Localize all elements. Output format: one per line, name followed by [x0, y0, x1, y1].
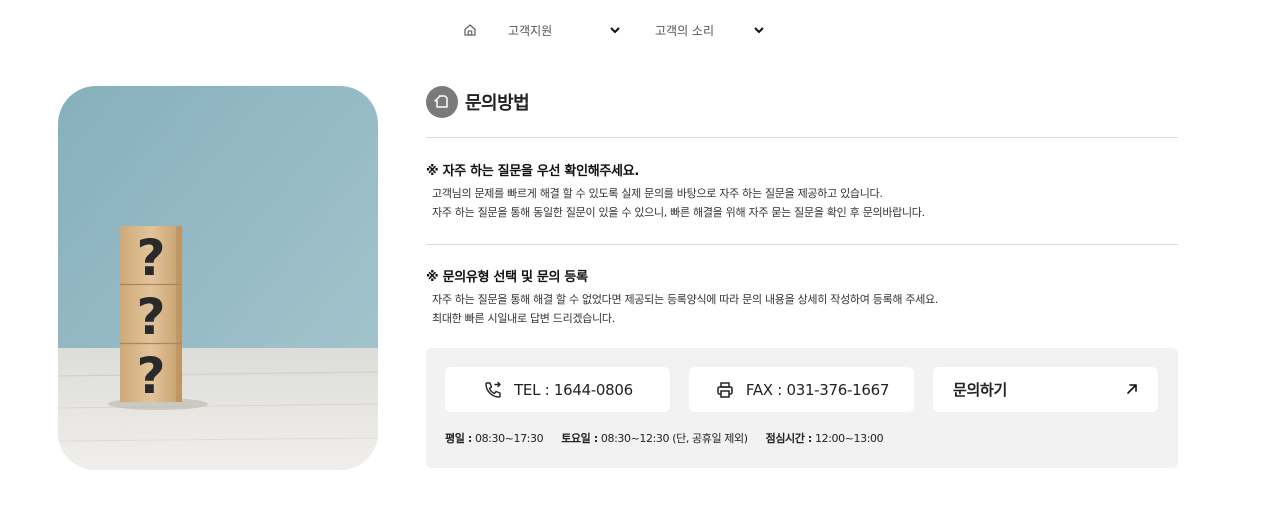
page-title: 문의방법 — [465, 93, 530, 114]
fax-label: FAX : 031-376-1667 — [745, 380, 890, 399]
section-line: 자주 하는 질문을 통해 해결 할 수 없었다면 제공되는 등록양식에 따라 문… — [432, 293, 939, 306]
arrow-up-right-icon — [1126, 380, 1138, 399]
question-blocks-image: ? ? ? — [58, 86, 378, 470]
svg-text:?: ? — [136, 229, 165, 287]
section-line: 고객님의 문제를 빠르게 해결 할 수 있도록 실제 문의를 바탕으로 자주 하… — [432, 187, 883, 200]
inquiry-label: 문의하기 — [953, 381, 1008, 399]
faq-first-section: ※ 자주 하는 질문을 우선 확인해주세요. 고객님의 문제를 빠르게 해결 할… — [426, 138, 1178, 244]
inquiry-register-section: ※ 문의유형 선택 및 문의 등록 자주 하는 질문을 통해 해결 할 수 없었… — [426, 245, 1178, 328]
hours-weekday: 평일 : 08:30~17:30 — [445, 432, 544, 445]
phone-forward-icon — [482, 379, 504, 401]
contact-box: TEL : 1644-0806 FAX : 031-376-1667 문의하기 … — [426, 348, 1178, 468]
hours-lunch: 점심시간 : 12:00~13:00 — [765, 432, 884, 445]
section-line: 자주 하는 질문을 통해 동일한 질문이 있을 수 있으니, 빠른 해결을 위해… — [432, 206, 925, 219]
inquiry-button[interactable]: 문의하기 — [933, 367, 1158, 412]
breadcrumb: 고객지원 고객의 소리 — [456, 18, 767, 42]
section-heading: ※ 문의유형 선택 및 문의 등록 — [426, 270, 588, 285]
tel-button[interactable]: TEL : 1644-0806 — [445, 367, 670, 412]
breadcrumb-label: 고객의 소리 — [655, 23, 715, 38]
breadcrumb-label: 고객지원 — [508, 23, 553, 38]
section-line: 최대한 빠른 시일내로 답변 드리겠습니다. — [432, 312, 615, 325]
svg-text:?: ? — [136, 347, 165, 405]
svg-text:?: ? — [136, 288, 165, 346]
chevron-down-icon — [607, 22, 623, 38]
breadcrumb-dropdown-voice-of-customer[interactable]: 고객의 소리 — [655, 18, 767, 42]
section-heading: ※ 자주 하는 질문을 우선 확인해주세요. — [426, 164, 640, 179]
title-row: 문의방법 — [426, 86, 1178, 118]
breadcrumb-dropdown-customer-support[interactable]: 고객지원 — [508, 18, 623, 42]
tel-label: TEL : 1644-0806 — [514, 380, 633, 399]
edit-note-icon — [426, 86, 458, 118]
chevron-down-icon — [751, 22, 767, 38]
business-hours: 평일 : 08:30~17:30 토요일 : 08:30~12:30 (단, 공… — [445, 430, 901, 446]
fax-button[interactable]: FAX : 031-376-1667 — [689, 367, 914, 412]
hours-saturday: 토요일 : 08:30~12:30 (단, 공휴일 제외) — [561, 432, 748, 445]
printer-icon — [714, 379, 736, 401]
home-icon[interactable] — [456, 18, 484, 42]
inquiry-method-content: 문의방법 ※ 자주 하는 질문을 우선 확인해주세요. 고객님의 문제를 빠르게… — [426, 86, 1178, 468]
